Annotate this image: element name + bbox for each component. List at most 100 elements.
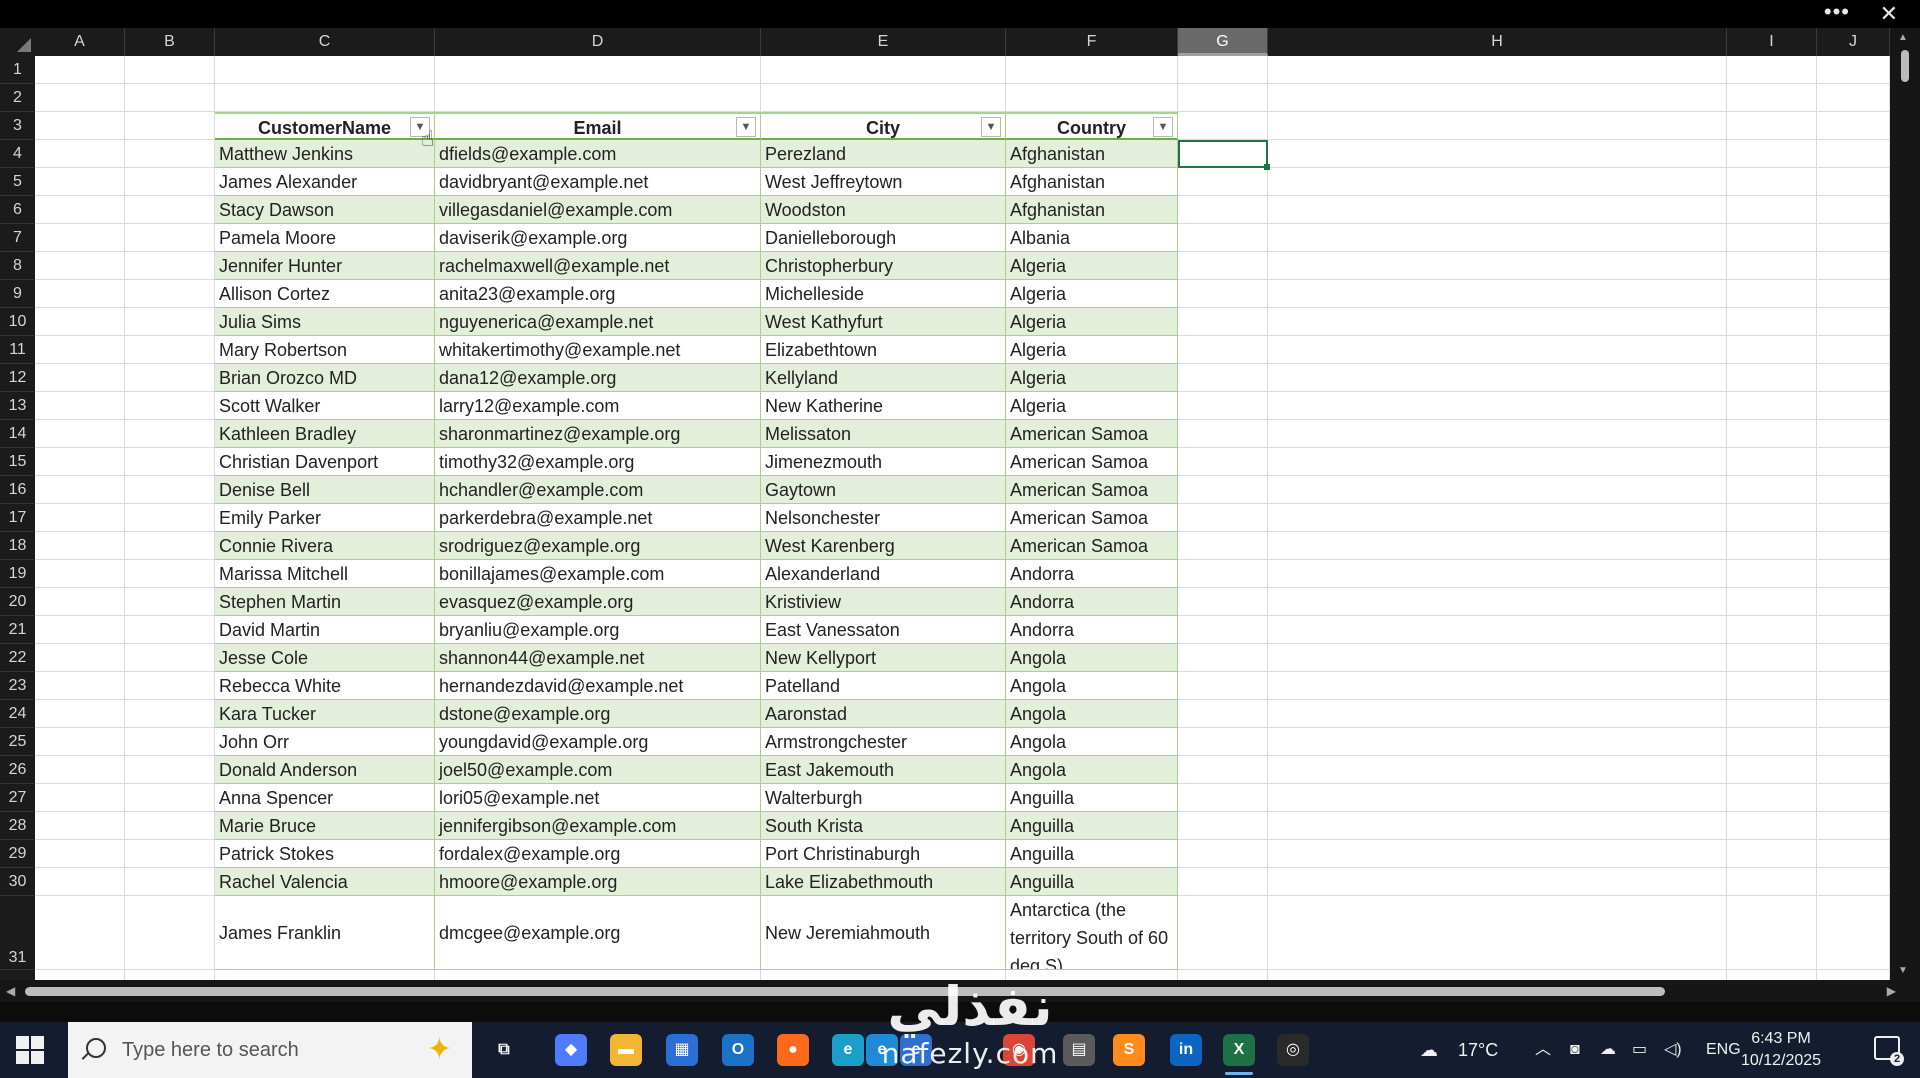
row-header-18[interactable]: 18	[0, 532, 35, 560]
table-cell-country[interactable]: Albania	[1006, 224, 1178, 252]
table-cell-customername[interactable]: Denise Bell	[215, 476, 435, 504]
table-cell-country[interactable]: Algeria	[1006, 280, 1178, 308]
network-icon[interactable]: ☁	[1600, 1022, 1616, 1078]
table-cell-email[interactable]: daviserik@example.org	[435, 224, 761, 252]
table-cell-city[interactable]: West Kathyfurt	[761, 308, 1006, 336]
meet-icon[interactable]: ◙	[1570, 1022, 1580, 1078]
row-header-30[interactable]: 30	[0, 868, 35, 896]
table-cell-customername[interactable]: Julia Sims	[215, 308, 435, 336]
copilot-icon[interactable]: ◆	[555, 1034, 587, 1066]
row-header-4[interactable]: 4	[0, 140, 35, 168]
table-cell-country[interactable]: Algeria	[1006, 364, 1178, 392]
column-header-b[interactable]: B	[125, 28, 215, 56]
table-cell-city[interactable]: Perezland	[761, 140, 1006, 168]
table-cell-customername[interactable]: Mary Robertson	[215, 336, 435, 364]
microsoft-store-icon[interactable]: ▦	[666, 1034, 698, 1066]
volume-icon[interactable]: ◁)	[1664, 1022, 1682, 1078]
notification-icon[interactable]: 2	[1874, 1036, 1904, 1066]
table-cell-email[interactable]: shannon44@example.net	[435, 644, 761, 672]
row-header-8[interactable]: 8	[0, 252, 35, 280]
file-explorer-icon[interactable]: ▬	[610, 1034, 642, 1066]
excel-icon[interactable]: X	[1223, 1034, 1255, 1066]
table-cell-email[interactable]: hernandezdavid@example.net	[435, 672, 761, 700]
table-cell-country[interactable]: Angola	[1006, 700, 1178, 728]
table-cell-city[interactable]: East Vanessaton	[761, 616, 1006, 644]
firefox-icon[interactable]: ●	[777, 1034, 809, 1066]
row-header-26[interactable]: 26	[0, 756, 35, 784]
table-cell-email[interactable]: hchandler@example.com	[435, 476, 761, 504]
row-header-6[interactable]: 6	[0, 196, 35, 224]
column-header-i[interactable]: I	[1727, 28, 1817, 56]
table-cell-email[interactable]: villegasdaniel@example.com	[435, 196, 761, 224]
row-header-21[interactable]: 21	[0, 616, 35, 644]
table-cell-country[interactable]: Afghanistan	[1006, 168, 1178, 196]
table-cell-country[interactable]: Anguilla	[1006, 840, 1178, 868]
table-cell-country[interactable]: Algeria	[1006, 252, 1178, 280]
table-cell-customername[interactable]: Christian Davenport	[215, 448, 435, 476]
table-cell-country[interactable]: Antarctica (the territory South of 60 de…	[1006, 896, 1178, 970]
row-header-2[interactable]: 2	[0, 84, 35, 112]
table-cell-city[interactable]: New Katherine	[761, 392, 1006, 420]
column-header-e[interactable]: E	[761, 28, 1006, 56]
table-cell-country[interactable]: American Samoa	[1006, 420, 1178, 448]
table-cell-customername[interactable]: Brian Orozco MD	[215, 364, 435, 392]
table-cell-city[interactable]: Gaytown	[761, 476, 1006, 504]
table-cell-city[interactable]: Jimenezmouth	[761, 448, 1006, 476]
table-cell-country[interactable]: Angola	[1006, 672, 1178, 700]
row-header-15[interactable]: 15	[0, 448, 35, 476]
sublime-text-icon[interactable]: S	[1113, 1034, 1145, 1066]
row-header-1[interactable]: 1	[0, 56, 35, 84]
table-cell-country[interactable]: Anguilla	[1006, 812, 1178, 840]
weather-temp[interactable]: 17°C	[1458, 1022, 1498, 1078]
table-cell-email[interactable]: dstone@example.org	[435, 700, 761, 728]
table-cell-email[interactable]: dmcgee@example.org	[435, 896, 761, 970]
table-cell-city[interactable]: Nelsonchester	[761, 504, 1006, 532]
table-cell-email[interactable]: evasquez@example.org	[435, 588, 761, 616]
row-header-23[interactable]: 23	[0, 672, 35, 700]
close-icon[interactable]: ✕	[1880, 0, 1898, 28]
task-view-icon[interactable]: ⧉	[488, 1034, 520, 1066]
table-cell-email[interactable]: nguyenerica@example.net	[435, 308, 761, 336]
row-header-22[interactable]: 22	[0, 644, 35, 672]
table-cell-customername[interactable]: Kathleen Bradley	[215, 420, 435, 448]
table-cell-email[interactable]: dana12@example.org	[435, 364, 761, 392]
taskbar-search-box[interactable]: Type here to search ✦	[68, 1022, 472, 1078]
table-cell-customername[interactable]: Connie Rivera	[215, 532, 435, 560]
table-cell-city[interactable]: Port Christinaburgh	[761, 840, 1006, 868]
table-cell-email[interactable]: fordalex@example.org	[435, 840, 761, 868]
table-cell-customername[interactable]: Emily Parker	[215, 504, 435, 532]
table-cell-customername[interactable]: Matthew Jenkins	[215, 140, 435, 168]
table-cell-city[interactable]: Aaronstad	[761, 700, 1006, 728]
table-cell-email[interactable]: rachelmaxwell@example.net	[435, 252, 761, 280]
table-cell-email[interactable]: bryanliu@example.org	[435, 616, 761, 644]
table-cell-customername[interactable]: Stephen Martin	[215, 588, 435, 616]
table-cell-email[interactable]: hmoore@example.org	[435, 868, 761, 896]
table-cell-city[interactable]: New Jeremiahmouth	[761, 896, 1006, 970]
table-cell-email[interactable]: lori05@example.net	[435, 784, 761, 812]
table-cell-country[interactable]: American Samoa	[1006, 504, 1178, 532]
table-cell-customername[interactable]: Pamela Moore	[215, 224, 435, 252]
row-header-3[interactable]: 3	[0, 112, 35, 140]
outlook-icon[interactable]: O	[722, 1034, 754, 1066]
table-cell-country[interactable]: Algeria	[1006, 336, 1178, 364]
table-cell-city[interactable]: Armstrongchester	[761, 728, 1006, 756]
table-cell-customername[interactable]: Jennifer Hunter	[215, 252, 435, 280]
table-cell-email[interactable]: jennifergibson@example.com	[435, 812, 761, 840]
table-cell-email[interactable]: bonillajames@example.com	[435, 560, 761, 588]
column-header-c[interactable]: C	[215, 28, 435, 56]
table-cell-customername[interactable]: James Alexander	[215, 168, 435, 196]
row-header-29[interactable]: 29	[0, 840, 35, 868]
table-cell-city[interactable]: Woodston	[761, 196, 1006, 224]
table-cell-city[interactable]: Lake Elizabethmouth	[761, 868, 1006, 896]
table-cell-country[interactable]: Anguilla	[1006, 868, 1178, 896]
table-cell-country[interactable]: American Samoa	[1006, 448, 1178, 476]
table-cell-customername[interactable]: Allison Cortez	[215, 280, 435, 308]
table-cell-city[interactable]: Danielleborough	[761, 224, 1006, 252]
table-cell-country[interactable]: Andorra	[1006, 616, 1178, 644]
select-all-corner[interactable]	[0, 28, 35, 56]
weather-icon[interactable]: ☁	[1420, 1022, 1438, 1078]
header-cell-email[interactable]: Email ▼	[435, 112, 761, 140]
filter-dropdown-icon[interactable]: ▼	[736, 117, 756, 137]
row-header-12[interactable]: 12	[0, 364, 35, 392]
row-header-10[interactable]: 10	[0, 308, 35, 336]
